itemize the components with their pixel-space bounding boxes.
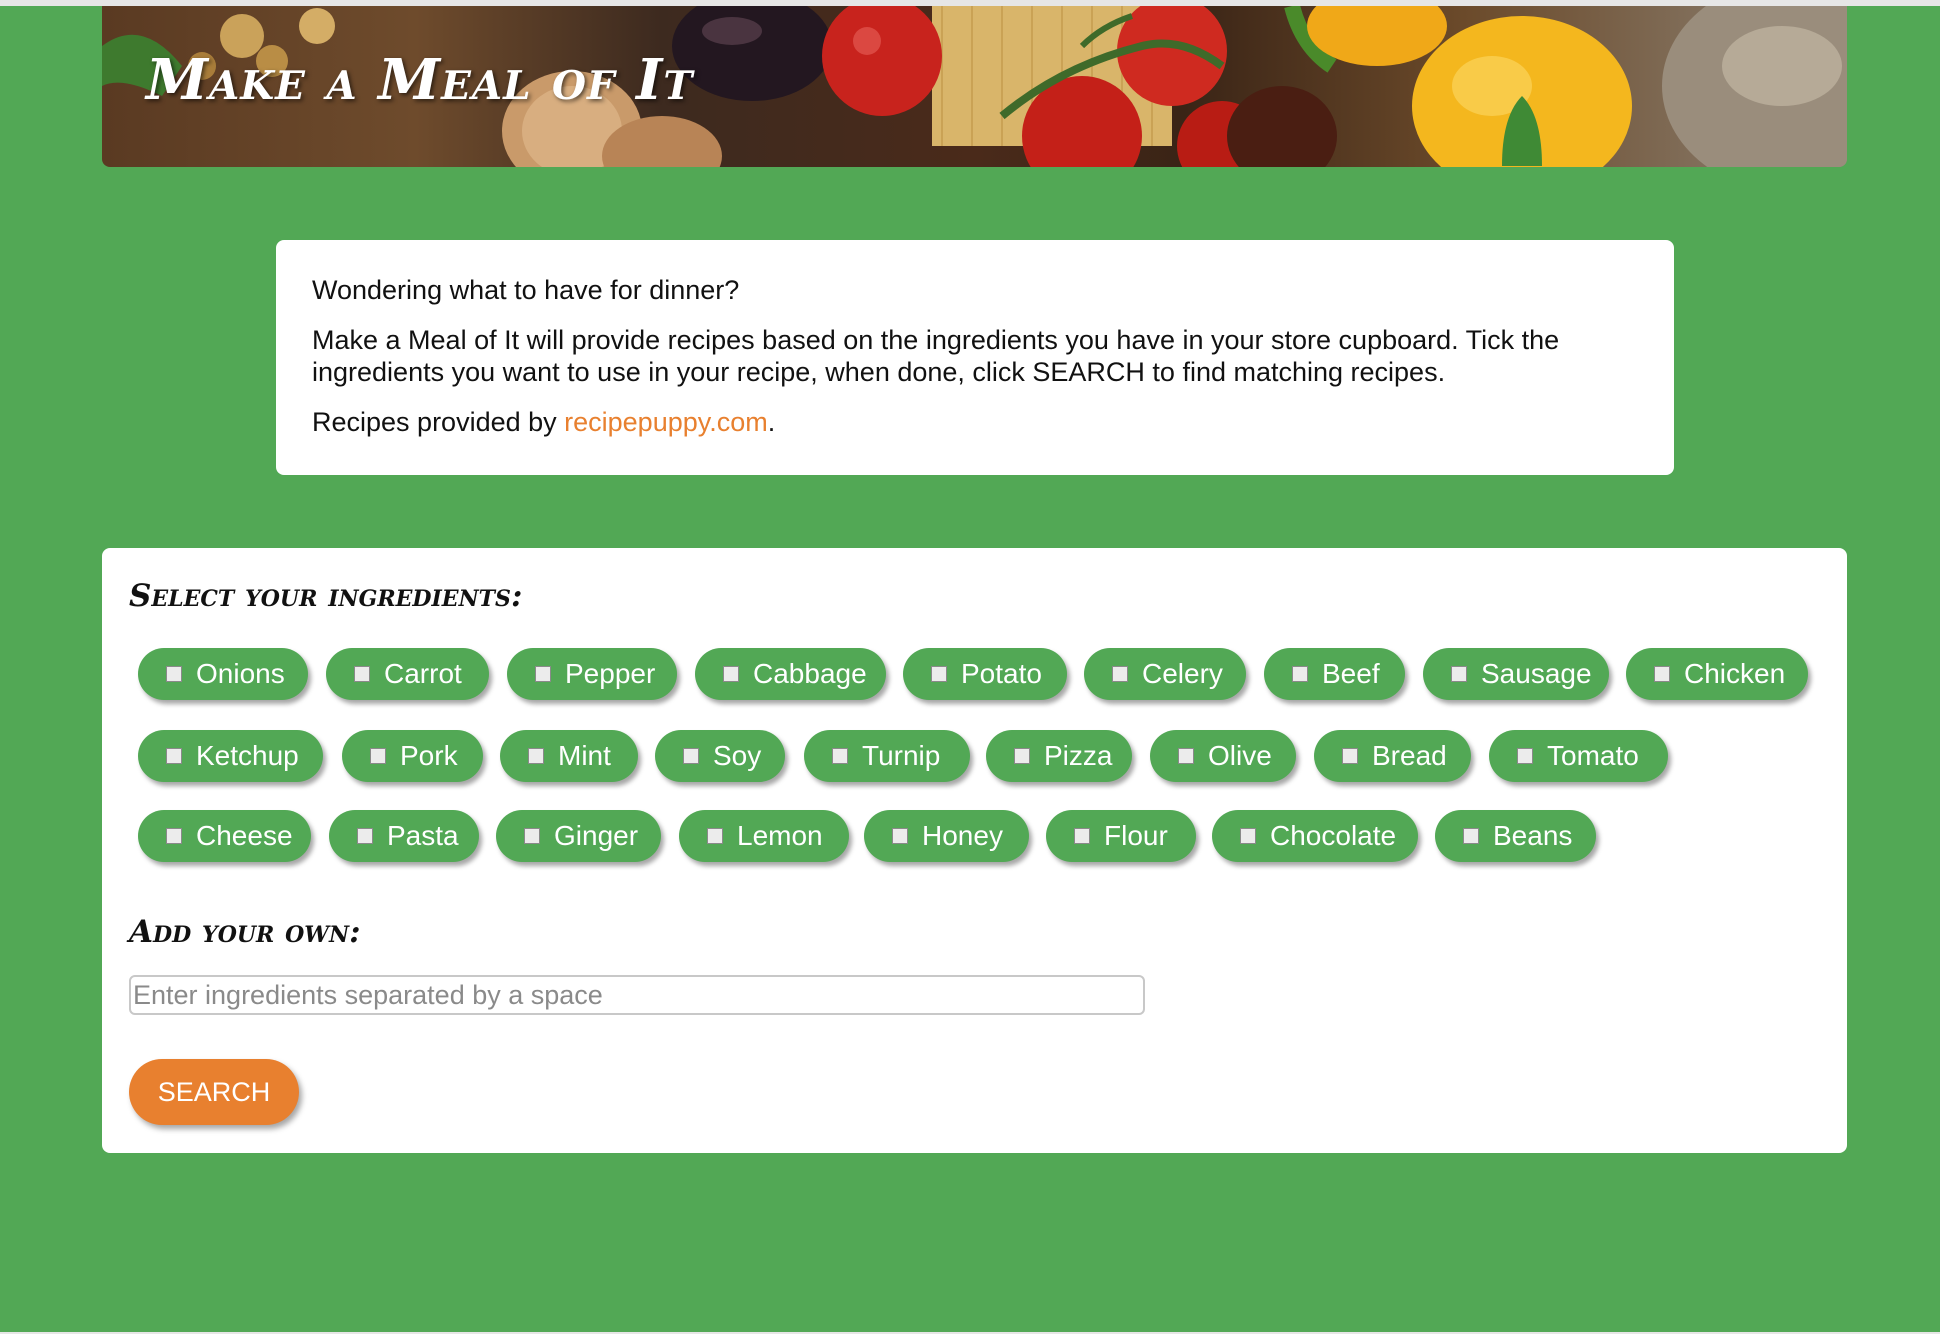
- ingredient-label: Carrot: [384, 658, 462, 689]
- ingredient-label: Pasta: [387, 820, 459, 851]
- checkbox[interactable]: [1654, 666, 1670, 682]
- ingredient-label: Cabbage: [753, 658, 867, 689]
- checkbox[interactable]: [524, 828, 540, 844]
- checkbox[interactable]: [707, 828, 723, 844]
- ingredient-label: Beans: [1493, 820, 1573, 851]
- ingredient-potato[interactable]: Potato: [903, 648, 1067, 700]
- ingredient-onions[interactable]: Onions: [138, 648, 308, 700]
- checkbox[interactable]: [723, 666, 739, 682]
- checkbox[interactable]: [528, 748, 544, 764]
- intro-description: Make a Meal of It will provide recipes b…: [312, 325, 1560, 387]
- intro-box: Wondering what to have for dinner? Make …: [276, 240, 1674, 475]
- checkbox[interactable]: [683, 748, 699, 764]
- ingredient-label: Pepper: [565, 658, 656, 689]
- ingredient-label: Celery: [1142, 658, 1223, 689]
- ingredient-label: Lemon: [737, 820, 823, 851]
- recipepuppy-link[interactable]: recipepuppy.com: [564, 407, 768, 437]
- ingredient-soy[interactable]: Soy: [655, 730, 785, 782]
- credit-suffix: .: [767, 407, 776, 437]
- ingredient-pizza[interactable]: Pizza: [986, 730, 1132, 782]
- ingredient-ginger[interactable]: Ginger: [496, 810, 661, 862]
- ingredient-mint[interactable]: Mint: [500, 730, 638, 782]
- checkbox[interactable]: [166, 828, 182, 844]
- ingredient-label: Chicken: [1684, 658, 1786, 689]
- ingredient-label: Beef: [1322, 658, 1380, 689]
- ingredient-olive[interactable]: Olive: [1150, 730, 1296, 782]
- checkbox[interactable]: [1463, 828, 1479, 844]
- checkbox[interactable]: [1074, 828, 1090, 844]
- ingredient-label: Ketchup: [196, 740, 299, 771]
- intro-credit: Recipes provided by recipepuppy.com.: [312, 406, 1638, 438]
- ingredients-panel: Select your ingredients: Onions Carrot P…: [102, 548, 1847, 1153]
- ingredient-label: Chocolate: [1270, 820, 1397, 851]
- ingredient-carrot[interactable]: Carrot: [326, 648, 489, 700]
- ingredient-label: Pork: [400, 740, 458, 771]
- checkbox[interactable]: [1451, 666, 1467, 682]
- intro-question: Wondering what to have for dinner?: [312, 275, 740, 305]
- checkbox[interactable]: [1517, 748, 1533, 764]
- ingredient-cabbage[interactable]: Cabbage: [695, 648, 886, 700]
- site-title: Make a Meal of It: [146, 47, 694, 113]
- checkbox[interactable]: [931, 666, 947, 682]
- checkbox[interactable]: [832, 748, 848, 764]
- own-ingredients-input[interactable]: [129, 975, 1145, 1015]
- checkbox[interactable]: [535, 666, 551, 682]
- ingredient-label: Honey: [922, 820, 1003, 851]
- checkbox[interactable]: [357, 828, 373, 844]
- ingredient-tomato[interactable]: Tomato: [1489, 730, 1668, 782]
- ingredient-label: Bread: [1372, 740, 1447, 771]
- search-button[interactable]: SEARCH: [129, 1059, 299, 1125]
- ingredient-bread[interactable]: Bread: [1314, 730, 1471, 782]
- credit-prefix: Recipes provided by: [312, 407, 565, 437]
- ingredient-label: Tomato: [1547, 740, 1639, 771]
- checkbox[interactable]: [1292, 666, 1308, 682]
- ingredient-beans[interactable]: Beans: [1435, 810, 1596, 862]
- checkbox[interactable]: [370, 748, 386, 764]
- ingredient-chicken[interactable]: Chicken: [1626, 648, 1808, 700]
- ingredient-label: Onions: [196, 658, 285, 689]
- ingredient-honey[interactable]: Honey: [864, 810, 1029, 862]
- checkbox[interactable]: [1342, 748, 1358, 764]
- ingredient-label: Ginger: [554, 820, 639, 851]
- ingredient-label: Sausage: [1481, 658, 1592, 689]
- ingredient-sausage[interactable]: Sausage: [1423, 648, 1609, 700]
- checkbox[interactable]: [1014, 748, 1030, 764]
- ingredient-label: Cheese: [196, 820, 293, 851]
- checkbox[interactable]: [1112, 666, 1128, 682]
- ingredient-beef[interactable]: Beef: [1264, 648, 1405, 700]
- ingredient-ketchup[interactable]: Ketchup: [138, 730, 323, 782]
- ingredient-pasta[interactable]: Pasta: [329, 810, 479, 862]
- add-own-heading: Add your own:: [129, 914, 361, 950]
- checkbox[interactable]: [166, 748, 182, 764]
- ingredient-label: Turnip: [862, 740, 941, 771]
- ingredient-flour[interactable]: Flour: [1046, 810, 1196, 862]
- ingredient-label: Pizza: [1044, 740, 1113, 771]
- ingredients-heading: Select your ingredients:: [129, 578, 523, 614]
- ingredient-cheese[interactable]: Cheese: [138, 810, 311, 862]
- ingredient-celery[interactable]: Celery: [1084, 648, 1246, 700]
- ingredient-label: Olive: [1208, 740, 1272, 771]
- ingredient-pepper[interactable]: Pepper: [507, 648, 677, 700]
- ingredient-label: Flour: [1104, 820, 1168, 851]
- ingredient-turnip[interactable]: Turnip: [804, 730, 970, 782]
- ingredient-label: Potato: [961, 658, 1042, 689]
- ingredient-label: Soy: [713, 740, 762, 771]
- checkbox[interactable]: [166, 666, 182, 682]
- checkbox[interactable]: [1240, 828, 1256, 844]
- ingredient-label: Mint: [558, 740, 611, 771]
- ingredient-lemon[interactable]: Lemon: [679, 810, 849, 862]
- checkbox[interactable]: [1178, 748, 1194, 764]
- ingredient-pork[interactable]: Pork: [342, 730, 483, 782]
- checkbox[interactable]: [892, 828, 908, 844]
- checkbox[interactable]: [354, 666, 370, 682]
- header-banner: Make a Meal of It: [102, 6, 1847, 167]
- ingredient-chocolate[interactable]: Chocolate: [1212, 810, 1418, 862]
